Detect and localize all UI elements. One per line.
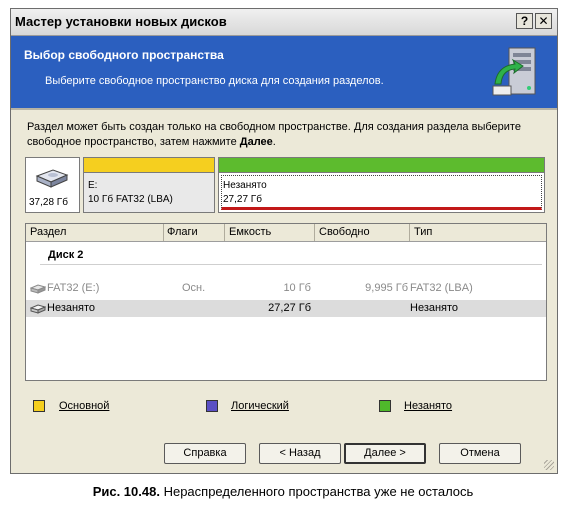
disk-group-label: Диск 2 [48, 249, 84, 261]
unallocated-name: Незанято [223, 180, 267, 191]
column-header-flags[interactable]: Флаги [167, 226, 198, 238]
selection-outline [221, 175, 542, 210]
column-header-type[interactable]: Тип [414, 226, 432, 238]
unallocated-icon [30, 304, 46, 314]
table-row[interactable]: FAT32 (E:) Осн. 10 Гб 9,995 Гб FAT32 (LB… [26, 280, 546, 297]
row-type: Незанято [410, 302, 459, 314]
wizard-window: Мастер установки новых дисков ? ✕ Выбор … [10, 8, 558, 474]
instruction-emphasis: Далее [239, 136, 273, 148]
group-divider [40, 264, 542, 265]
unallocated-color-bar [219, 158, 544, 173]
partition-icon [30, 284, 46, 294]
partition-e-info: 10 Гб FAT32 (LBA) [88, 194, 173, 205]
unallocated-size: 27,27 Гб [223, 194, 262, 205]
figure-caption: Рис. 10.48. Нераспределенного пространст… [0, 484, 566, 499]
title-bar: Мастер установки новых дисков ? ✕ [11, 9, 557, 36]
next-button[interactable]: Далее > [344, 443, 426, 464]
resize-grip[interactable] [544, 460, 554, 470]
close-title-button[interactable]: ✕ [535, 13, 552, 29]
instruction-text: Раздел может быть создан только на свобо… [27, 121, 521, 148]
disk-wizard-icon [492, 47, 536, 96]
header-separator [11, 108, 557, 110]
legend-unallocated-label: Незанято [404, 400, 453, 412]
cancel-button[interactable]: Отмена [439, 443, 521, 464]
row-capacity: 10 Гб [283, 282, 311, 294]
row-flags: Осн. [182, 282, 206, 294]
legend-logical-label: Логический [231, 400, 289, 412]
list-header: Раздел Флаги Емкость Свободно Тип [26, 224, 546, 242]
partition-e-color-bar [84, 158, 214, 173]
window-title: Мастер установки новых дисков [15, 14, 227, 29]
row-free: 9,995 Гб [365, 282, 408, 294]
partition-list[interactable]: Раздел Флаги Емкость Свободно Тип Диск 2… [25, 223, 547, 381]
table-row-selected[interactable]: Незанято 27,27 Гб Незанято [26, 300, 546, 317]
column-header-capacity[interactable]: Емкость [229, 226, 271, 238]
legend-primary-label: Основной [59, 400, 110, 412]
partition-e-name: E: [88, 180, 98, 191]
legend-unallocated-swatch [379, 400, 391, 412]
wizard-header: Выбор свободного пространства Выберите с… [11, 36, 557, 108]
caption-label: Рис. 10.48. [92, 484, 160, 499]
legend-primary-swatch [33, 400, 45, 412]
back-button[interactable]: < Назад [259, 443, 341, 464]
header-subtitle: Выберите свободное пространство диска дл… [45, 75, 384, 87]
hard-disk-icon [35, 169, 69, 188]
row-capacity: 27,27 Гб [268, 302, 311, 314]
row-type: FAT32 (LBA) [410, 282, 473, 294]
partition-e[interactable]: E: 10 Гб FAT32 (LBA) [83, 157, 215, 213]
partition-unallocated[interactable]: Незанято 27,27 Гб [218, 157, 545, 213]
disk-cell[interactable]: 37,28 Гб [25, 157, 80, 213]
disk-size-label: 37,28 Гб [29, 197, 68, 208]
help-title-button[interactable]: ? [516, 13, 533, 29]
column-header-partition[interactable]: Раздел [30, 226, 66, 238]
help-button[interactable]: Справка [164, 443, 246, 464]
disk-map: 37,28 Гб E: 10 Гб FAT32 (LBA) Незанято 2… [25, 157, 547, 215]
row-partition-name: FAT32 (E:) [47, 282, 100, 294]
header-title: Выбор свободного пространства [24, 48, 224, 62]
caption-text: Нераспределенного пространства уже не ос… [163, 484, 474, 499]
legend-logical-swatch [206, 400, 218, 412]
column-header-free[interactable]: Свободно [319, 226, 370, 238]
row-partition-name: Незанято [47, 302, 96, 314]
